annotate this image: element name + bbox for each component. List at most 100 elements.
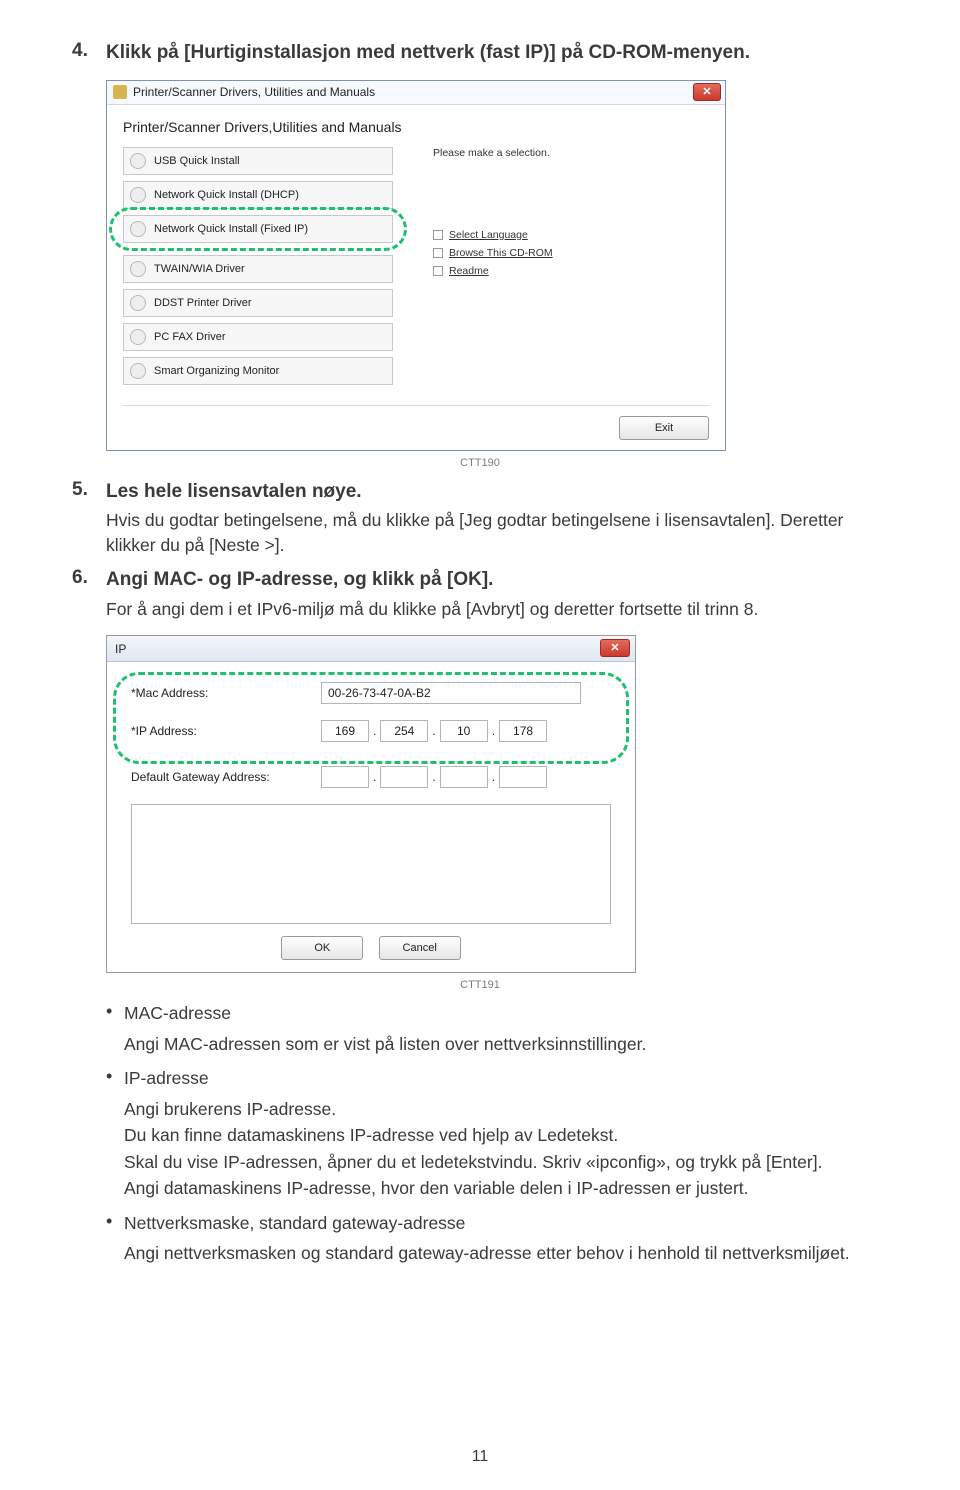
ip-address-input[interactable]: 169. 254. 10. 178 xyxy=(321,720,547,742)
checkbox-icon xyxy=(433,230,443,240)
browse-cd-link[interactable]: Browse This CD-ROM xyxy=(433,247,709,259)
ip-dialog-body: *Mac Address: 00-26-73-47-0A-B2 *IP Addr… xyxy=(107,662,635,936)
mac-address-value: 00-26-73-47-0A-B2 xyxy=(328,686,431,700)
option-ddst-printer[interactable]: DDST Printer Driver xyxy=(123,289,393,317)
option-icon xyxy=(130,153,146,169)
image-code-1: CTT190 xyxy=(72,457,888,469)
ip-address-label: *IP Address: xyxy=(131,724,321,738)
dot-icon: . xyxy=(428,724,439,738)
option-smart-organizing[interactable]: Smart Organizing Monitor xyxy=(123,357,393,385)
option-twain-wia[interactable]: TWAIN/WIA Driver xyxy=(123,255,393,283)
gw-octet-4[interactable] xyxy=(499,766,547,788)
ip-dialog-window: IP ✕ *Mac Address: 00-26-73-47-0A-B2 *IP… xyxy=(106,635,636,973)
exit-button[interactable]: Exit xyxy=(619,416,709,440)
installer-heading: Printer/Scanner Drivers,Utilities and Ma… xyxy=(123,119,709,135)
gateway-label: Default Gateway Address: xyxy=(131,770,321,784)
installer-window: Printer/Scanner Drivers, Utilities and M… xyxy=(106,80,726,451)
option-pc-fax[interactable]: PC FAX Driver xyxy=(123,323,393,351)
bullet-ip-line3: Skal du vise IP-adressen, åpner du et le… xyxy=(124,1150,888,1175)
ip-octet-1[interactable]: 169 xyxy=(321,720,369,742)
option-label: DDST Printer Driver xyxy=(154,297,252,309)
bullet-ip: • IP-adresse xyxy=(106,1066,888,1091)
bullet-mask: • Nettverksmaske, standard gateway-adres… xyxy=(106,1211,888,1236)
dot-icon: . xyxy=(428,770,439,784)
dot-icon: . xyxy=(369,724,380,738)
gw-octet-1[interactable] xyxy=(321,766,369,788)
option-label: USB Quick Install xyxy=(154,155,240,167)
checkbox-icon xyxy=(433,248,443,258)
dot-icon: . xyxy=(488,770,499,784)
page-number: 11 xyxy=(0,1448,960,1466)
select-language-link[interactable]: Select Language xyxy=(433,229,709,241)
step-4-number: 4. xyxy=(72,40,106,66)
bullet-ip-line1: Angi brukerens IP-adresse. xyxy=(124,1097,888,1122)
ip-octet-2[interactable]: 254 xyxy=(380,720,428,742)
ip-octet-3[interactable]: 10 xyxy=(440,720,488,742)
bullet-mac: • MAC-adresse xyxy=(106,1001,888,1026)
dot-icon: . xyxy=(488,724,499,738)
installer-right-pane: Please make a selection. Select Language… xyxy=(433,147,709,391)
gateway-row: Default Gateway Address: . . . xyxy=(131,766,611,788)
gateway-input[interactable]: . . . xyxy=(321,766,547,788)
link-label: Browse This CD-ROM xyxy=(449,247,553,259)
mac-address-input[interactable]: 00-26-73-47-0A-B2 xyxy=(321,682,581,704)
bullet-icon: • xyxy=(106,1211,124,1236)
bullet-mac-body: Angi MAC-adressen som er vist på listen … xyxy=(124,1032,888,1057)
ip-dialog-screenshot: IP ✕ *Mac Address: 00-26-73-47-0A-B2 *IP… xyxy=(106,635,888,973)
bullet-mask-title: Nettverksmaske, standard gateway-adresse xyxy=(124,1211,465,1236)
installer-options: USB Quick Install Network Quick Install … xyxy=(123,147,393,391)
step-4-text: Klikk på [Hurtiginstallasjon med nettver… xyxy=(106,40,750,66)
ip-dialog-title-text: IP xyxy=(115,642,126,656)
step-5-body-row: Hvis du godtar betingelsene, må du klikk… xyxy=(72,508,888,557)
image-code-2: CTT191 xyxy=(72,979,888,991)
option-icon xyxy=(130,221,146,237)
bullet-ip-title: IP-adresse xyxy=(124,1066,209,1091)
bullet-ip-line2: Du kan finne datamaskinens IP-adresse ve… xyxy=(124,1123,888,1148)
option-network-fixed-ip[interactable]: Network Quick Install (Fixed IP) xyxy=(123,215,393,243)
bullet-mask-body: Angi nettverksmasken og standard gateway… xyxy=(124,1241,888,1266)
step-6: 6. Angi MAC- og IP-adresse, og klikk på … xyxy=(72,567,888,593)
step-5: 5. Les hele lisensavtalen nøye. xyxy=(72,479,888,505)
step-5-number: 5. xyxy=(72,479,106,505)
option-icon xyxy=(130,261,146,277)
mac-address-label: *Mac Address: xyxy=(131,686,321,700)
readme-link[interactable]: Readme xyxy=(433,265,709,277)
installer-body: Printer/Scanner Drivers,Utilities and Ma… xyxy=(107,105,725,450)
window-icon xyxy=(113,85,127,99)
step-6-body: For å angi dem i et IPv6-miljø må du kli… xyxy=(106,597,758,622)
installer-titlebar: Printer/Scanner Drivers, Utilities and M… xyxy=(107,81,725,105)
option-label: TWAIN/WIA Driver xyxy=(154,263,245,275)
step-5-lead: Les hele lisensavtalen nøye. xyxy=(106,479,362,505)
dot-icon: . xyxy=(369,770,380,784)
step-6-lead: Angi MAC- og IP-adresse, og klikk på [OK… xyxy=(106,567,493,593)
ok-button[interactable]: OK xyxy=(281,936,363,960)
ip-dialog-titlebar: IP ✕ xyxy=(107,636,635,662)
option-icon xyxy=(130,329,146,345)
close-icon[interactable]: ✕ xyxy=(600,639,630,657)
selection-prompt: Please make a selection. xyxy=(433,147,709,159)
gw-octet-3[interactable] xyxy=(440,766,488,788)
gw-octet-2[interactable] xyxy=(380,766,428,788)
checkbox-icon xyxy=(433,266,443,276)
option-icon xyxy=(130,363,146,379)
option-usb-quick-install[interactable]: USB Quick Install xyxy=(123,147,393,175)
device-list xyxy=(131,804,611,924)
option-label: Network Quick Install (Fixed IP) xyxy=(154,223,308,235)
option-label: PC FAX Driver xyxy=(154,331,226,343)
step-4: 4. Klikk på [Hurtiginstallasjon med nett… xyxy=(72,40,888,66)
close-icon[interactable]: ✕ xyxy=(693,83,721,101)
installer-screenshot: Printer/Scanner Drivers, Utilities and M… xyxy=(106,80,888,451)
option-label: Smart Organizing Monitor xyxy=(154,365,279,377)
ip-octet-4[interactable]: 178 xyxy=(499,720,547,742)
bullet-icon: • xyxy=(106,1066,124,1091)
cancel-button[interactable]: Cancel xyxy=(379,936,461,960)
step-6-body-row: For å angi dem i et IPv6-miljø må du kli… xyxy=(72,597,888,622)
option-label: Network Quick Install (DHCP) xyxy=(154,189,299,201)
mac-address-row: *Mac Address: 00-26-73-47-0A-B2 xyxy=(131,682,611,704)
ip-dialog-footer: OK Cancel xyxy=(107,936,635,972)
highlighted-option-wrap: Network Quick Install (Fixed IP) xyxy=(123,215,393,243)
ip-address-row: *IP Address: 169. 254. 10. 178 xyxy=(131,720,611,742)
bullet-mac-title: MAC-adresse xyxy=(124,1001,231,1026)
option-network-dhcp[interactable]: Network Quick Install (DHCP) xyxy=(123,181,393,209)
step-5-body: Hvis du godtar betingelsene, må du klikk… xyxy=(106,508,888,557)
